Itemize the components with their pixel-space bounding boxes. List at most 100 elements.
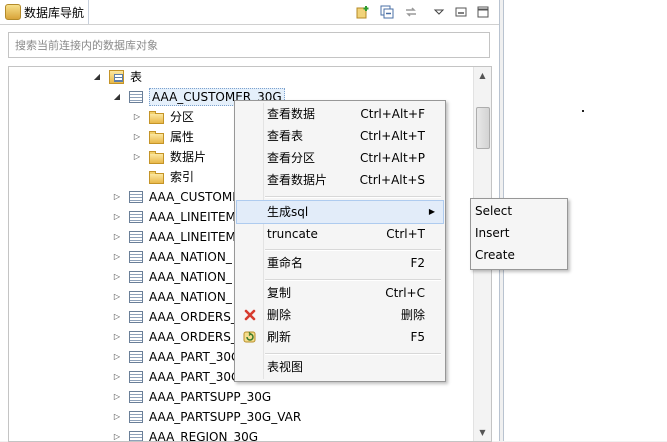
submenu-item-select[interactable]: Select xyxy=(475,200,512,222)
link-editor-icon[interactable] xyxy=(404,5,418,19)
table-row[interactable]: ▷ AAA_LINEITEM xyxy=(111,207,236,227)
tree-node-label: 属性 xyxy=(170,130,195,144)
table-row[interactable]: ▷ AAA_ORDERS_ xyxy=(111,327,237,347)
new-connection-icon[interactable] xyxy=(356,5,370,19)
tree-node-label: 数据片 xyxy=(170,150,207,164)
context-menu: 查看数据 Ctrl+Alt+F 查看表 Ctrl+Alt+T 查看分区 Ctrl… xyxy=(234,100,446,382)
table-name: AAA_PARTSUPP_30G_VAR xyxy=(149,410,302,424)
table-row[interactable]: ▷ AAA_LINEITEM xyxy=(111,227,236,247)
table-icon xyxy=(129,311,143,323)
table-icon xyxy=(129,91,143,103)
collapsed-arrow-icon[interactable]: ▷ xyxy=(131,147,143,167)
menu-item-generate-sql[interactable]: 生成sql ▶ xyxy=(236,200,444,224)
folder-icon xyxy=(149,110,164,124)
collapsed-arrow-icon[interactable]: ▷ xyxy=(111,387,123,407)
view-title: 数据库导航 xyxy=(24,5,85,20)
submenu-item-create[interactable]: Create xyxy=(475,244,515,266)
table-row[interactable]: ▷ AAA_PART_30G xyxy=(111,367,240,387)
table-icon xyxy=(129,231,143,243)
tree-node-attributes[interactable]: ▷ 属性 xyxy=(131,127,194,147)
table-name: AAA_NATION_ xyxy=(149,250,232,264)
collapse-all-icon[interactable] xyxy=(380,5,394,19)
table-name: AAA_LINEITEM xyxy=(149,210,236,224)
table-name: AAA_ORDERS_ xyxy=(149,330,237,344)
generate-sql-submenu: Select Insert Create xyxy=(470,198,568,270)
collapsed-arrow-icon[interactable]: ▷ xyxy=(111,187,123,207)
table-row[interactable]: ▷ AAA_NATION_ xyxy=(111,287,232,307)
menu-item-view-shards[interactable]: 查看数据片 Ctrl+Alt+S xyxy=(237,169,443,191)
menu-separator xyxy=(265,249,441,251)
menu-item-view-data[interactable]: 查看数据 Ctrl+Alt+F xyxy=(237,103,443,125)
table-icon xyxy=(129,251,143,263)
tree-node-indexes[interactable]: 索引 xyxy=(131,167,194,187)
table-row[interactable]: ▷ AAA_PART_30G xyxy=(111,347,240,367)
table-row[interactable]: ▷ AAA_NATION_ xyxy=(111,267,232,287)
view-menu-icon[interactable] xyxy=(432,5,446,19)
table-name: AAA_ORDERS_ xyxy=(149,310,237,324)
menu-item-view-table[interactable]: 查看表 Ctrl+Alt+T xyxy=(237,125,443,147)
table-name: AAA_CUSTOMI xyxy=(149,190,236,204)
menu-separator xyxy=(265,353,441,355)
tree-node-partitions[interactable]: ▷ 分区 xyxy=(131,107,194,127)
refresh-icon xyxy=(243,331,256,343)
collapsed-arrow-icon[interactable]: ▷ xyxy=(131,107,143,127)
table-name: AAA_PART_30G xyxy=(149,350,241,364)
collapsed-arrow-icon[interactable]: ▷ xyxy=(111,247,123,267)
tree-node-tables[interactable]: ◢ 表 xyxy=(91,67,142,87)
scroll-up-icon[interactable]: ▲ xyxy=(474,67,491,84)
collapsed-arrow-icon[interactable]: ▷ xyxy=(111,347,123,367)
table-name: AAA_NATION_ xyxy=(149,270,232,284)
menu-item-copy[interactable]: 复制 Ctrl+C xyxy=(237,282,443,304)
table-icon xyxy=(129,191,143,203)
maximize-icon[interactable] xyxy=(476,5,490,19)
table-name: AAA_NATION_ xyxy=(149,290,232,304)
table-name: AAA_LINEITEM xyxy=(149,230,236,244)
collapsed-arrow-icon[interactable]: ▷ xyxy=(111,327,123,347)
table-row[interactable]: ▷ AAA_CUSTOMI xyxy=(111,187,236,207)
table-icon xyxy=(129,391,143,403)
table-row[interactable]: ▷ AAA_ORDERS_ xyxy=(111,307,237,327)
folder-icon xyxy=(149,130,164,144)
table-row[interactable]: ▷ AAA_PARTSUPP_30G_VAR xyxy=(111,407,301,427)
table-row[interactable]: ▷ AAA_NATION_ xyxy=(111,247,232,267)
menu-item-table-view[interactable]: 表视图 xyxy=(237,356,443,378)
collapsed-arrow-icon[interactable]: ▷ xyxy=(111,267,123,287)
scroll-thumb[interactable] xyxy=(476,107,490,149)
folder-icon xyxy=(149,150,164,164)
table-name: AAA_PART_30G xyxy=(149,370,241,384)
menu-item-refresh[interactable]: 刷新 F5 xyxy=(237,326,443,348)
tree-node-label: 表 xyxy=(130,70,143,84)
collapsed-arrow-icon[interactable]: ▷ xyxy=(111,207,123,227)
tree-node-label: 索引 xyxy=(170,170,195,184)
tab-database-navigator[interactable]: 数据库导航 xyxy=(0,0,89,24)
expanded-arrow-icon[interactable]: ◢ xyxy=(111,87,123,107)
table-row[interactable]: ▷ AAA_REGION_30G xyxy=(111,427,258,441)
collapsed-arrow-icon[interactable]: ▷ xyxy=(111,427,123,441)
table-icon xyxy=(129,371,143,383)
folder-icon xyxy=(149,170,164,184)
menu-item-rename[interactable]: 重命名 F2 xyxy=(237,252,443,274)
menu-item-delete[interactable]: 删除 删除 xyxy=(237,304,443,326)
collapsed-arrow-icon[interactable]: ▷ xyxy=(111,407,123,427)
collapsed-arrow-icon[interactable]: ▷ xyxy=(111,227,123,247)
table-name: AAA_PARTSUPP_30G xyxy=(149,390,272,404)
collapsed-arrow-icon[interactable]: ▷ xyxy=(111,367,123,387)
menu-item-view-partitions[interactable]: 查看分区 Ctrl+Alt+P xyxy=(237,147,443,169)
table-row[interactable]: ▷ AAA_PARTSUPP_30G xyxy=(111,387,271,407)
tree-node-label: 分区 xyxy=(170,110,195,124)
menu-item-truncate[interactable]: truncate Ctrl+T xyxy=(237,223,443,245)
scroll-down-icon[interactable]: ▼ xyxy=(474,424,491,441)
collapsed-arrow-icon[interactable]: ▷ xyxy=(111,307,123,327)
submenu-arrow-icon: ▶ xyxy=(428,207,435,216)
search-input[interactable] xyxy=(8,32,490,58)
delete-icon xyxy=(244,309,256,321)
submenu-item-insert[interactable]: Insert xyxy=(475,222,509,244)
minimize-icon[interactable] xyxy=(454,5,468,19)
collapsed-arrow-icon[interactable]: ▷ xyxy=(131,127,143,147)
table-icon xyxy=(129,331,143,343)
tree-node-shards[interactable]: ▷ 数据片 xyxy=(131,147,206,167)
expanded-arrow-icon[interactable]: ◢ xyxy=(91,67,103,87)
collapsed-arrow-icon[interactable]: ▷ xyxy=(111,287,123,307)
cursor-dot xyxy=(582,110,584,112)
table-icon xyxy=(129,271,143,283)
